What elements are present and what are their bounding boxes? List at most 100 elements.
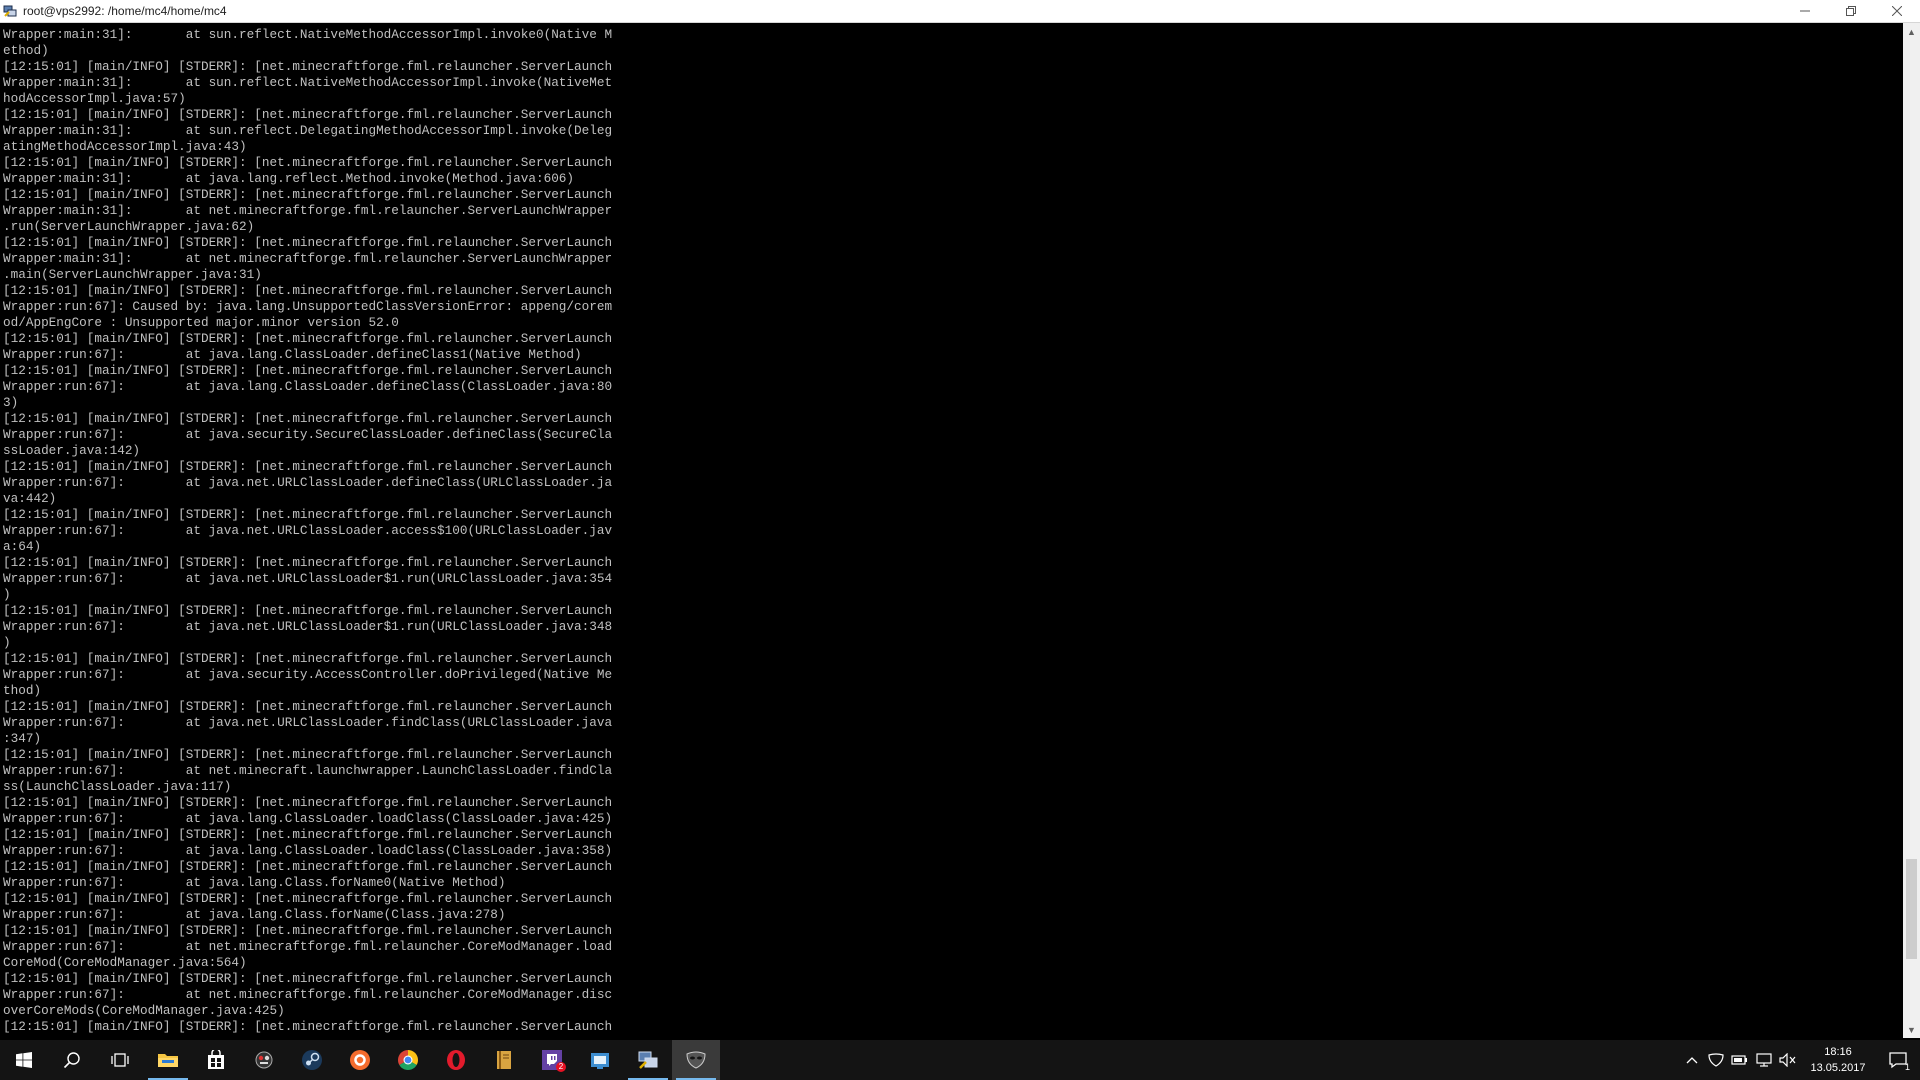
terminal-output[interactable]: Wrapper:main:31]: at sun.reflect.NativeM… xyxy=(0,23,1902,1038)
terminal-line: [12:15:01] [main/INFO] [STDERR]: [net.mi… xyxy=(3,859,613,874)
store-icon xyxy=(208,1050,224,1069)
terminal-line: [12:15:01] [main/INFO] [STDERR]: [net.mi… xyxy=(3,891,613,906)
restore-button[interactable] xyxy=(1828,0,1874,22)
terminal-line: [12:15:01] [main/INFO] [STDERR]: [net.mi… xyxy=(3,507,613,522)
terminal-line: :347) xyxy=(3,731,42,746)
terminal-line: Wrapper:main:31]: at sun.reflect.Delegat… xyxy=(3,123,613,138)
terminal-line: hodAccessorImpl.java:57) xyxy=(3,91,186,106)
taskbar-twitch[interactable]: 2 xyxy=(528,1040,576,1080)
taskbar-store[interactable] xyxy=(192,1040,240,1080)
scrollbar-thumb[interactable] xyxy=(1906,859,1917,960)
terminal-line: od/AppEngCore : Unsupported major.minor … xyxy=(3,315,399,330)
terminal-line: Wrapper:main:31]: at sun.reflect.NativeM… xyxy=(3,27,613,42)
terminal-line: [12:15:01] [main/INFO] [STDERR]: [net.mi… xyxy=(3,827,613,842)
scroll-down-icon[interactable]: ▼ xyxy=(1903,1021,1920,1038)
putty-icon xyxy=(638,1051,658,1069)
minimize-button[interactable] xyxy=(1782,0,1828,22)
window-titlebar[interactable]: root@vps2992: /home/mc4/home/mc4 xyxy=(0,0,1920,23)
restore-icon xyxy=(1846,6,1856,16)
terminal-line: Wrapper:run:67]: at java.lang.ClassLoade… xyxy=(3,347,582,362)
task-view-button[interactable] xyxy=(96,1040,144,1080)
terminal-line: [12:15:01] [main/INFO] [STDERR]: [net.mi… xyxy=(3,795,613,810)
twitch-badge: 2 xyxy=(556,1062,566,1072)
close-button[interactable] xyxy=(1874,0,1920,22)
opera-icon xyxy=(447,1050,465,1070)
steam-icon xyxy=(302,1050,322,1070)
terminal-lines: Wrapper:main:31]: at sun.reflect.NativeM… xyxy=(0,23,1902,1035)
chevron-up-icon[interactable] xyxy=(1680,1040,1704,1080)
terminal-line: ) xyxy=(3,635,11,650)
battery-icon[interactable] xyxy=(1728,1040,1752,1080)
terminal-line: Wrapper:run:67]: at java.lang.ClassLoade… xyxy=(3,379,613,394)
scroll-up-icon[interactable]: ▲ xyxy=(1903,23,1920,40)
windows-logo-icon xyxy=(16,1052,32,1068)
terminal-line: [12:15:01] [main/INFO] [STDERR]: [net.mi… xyxy=(3,971,613,986)
chrome-icon xyxy=(398,1050,418,1070)
vertical-scrollbar[interactable]: ▲ ▼ xyxy=(1903,23,1920,1038)
network-icon[interactable] xyxy=(1752,1040,1776,1080)
taskbar: 2 18:16 13.05.2017 1 xyxy=(0,1040,1920,1080)
terminal-line: [12:15:01] [main/INFO] [STDERR]: [net.mi… xyxy=(3,155,613,170)
terminal-line: thod) xyxy=(3,683,42,698)
gamepad-icon xyxy=(255,1051,273,1069)
terminal-line: [12:15:01] [main/INFO] [STDERR]: [net.mi… xyxy=(3,923,613,938)
terminal-line: atingMethodAccessorImpl.java:43) xyxy=(3,139,247,154)
action-center-button[interactable]: 1 xyxy=(1876,1040,1920,1080)
terminal-line: Wrapper:run:67]: at java.net.URLClassLoa… xyxy=(3,475,613,490)
close-icon xyxy=(1892,6,1902,16)
terminal-line: .main(ServerLaunchWrapper.java:31) xyxy=(3,267,262,282)
taskbar-steam[interactable] xyxy=(288,1040,336,1080)
taskbar-minecraft-launcher[interactable] xyxy=(480,1040,528,1080)
taskbar-clock[interactable]: 18:16 13.05.2017 xyxy=(1800,1044,1876,1076)
terminal-line: Wrapper:run:67]: at java.security.Access… xyxy=(3,667,613,682)
terminal-line: Wrapper:run:67]: at java.security.Secure… xyxy=(3,427,613,442)
taskbar-opera[interactable] xyxy=(432,1040,480,1080)
terminal-line: ) xyxy=(3,587,11,602)
search-button[interactable] xyxy=(48,1040,96,1080)
terminal-line: Wrapper:main:31]: at java.lang.reflect.M… xyxy=(3,171,575,186)
taskbar-origin[interactable] xyxy=(336,1040,384,1080)
terminal-line: [12:15:01] [main/INFO] [STDERR]: [net.mi… xyxy=(3,283,613,298)
window-controls xyxy=(1782,0,1920,22)
taskbar-file-explorer[interactable] xyxy=(144,1040,192,1080)
system-tray: 18:16 13.05.2017 1 xyxy=(1680,1040,1920,1080)
terminal-line: Wrapper:run:67]: at java.lang.ClassLoade… xyxy=(3,843,613,858)
terminal-line: [12:15:01] [main/INFO] [STDERR]: [net.mi… xyxy=(3,363,613,378)
start-button[interactable] xyxy=(0,1040,48,1080)
task-view-icon xyxy=(111,1053,129,1067)
taskbar-game-app[interactable] xyxy=(240,1040,288,1080)
terminal-line: [12:15:01] [main/INFO] [STDERR]: [net.mi… xyxy=(3,603,613,618)
terminal-line: [12:15:01] [main/INFO] [STDERR]: [net.mi… xyxy=(3,235,613,250)
taskbar-chrome[interactable] xyxy=(384,1040,432,1080)
terminal-line: Wrapper:run:67]: at java.lang.Class.forN… xyxy=(3,875,506,890)
search-icon xyxy=(63,1052,80,1069)
terminal-line: Wrapper:run:67]: at java.lang.ClassLoade… xyxy=(3,811,613,826)
book-icon xyxy=(497,1051,511,1069)
terminal-line: Wrapper:main:31]: at net.minecraftforge.… xyxy=(3,203,613,218)
terminal-line: Wrapper:run:67]: at java.net.URLClassLoa… xyxy=(3,715,613,730)
clock-time: 18:16 xyxy=(1824,1046,1852,1058)
terminal-line: Wrapper:run:67]: at java.lang.Class.forN… xyxy=(3,907,506,922)
terminal-line: [12:15:01] [main/INFO] [STDERR]: [net.mi… xyxy=(3,747,613,762)
terminal-line: Wrapper:run:67]: at net.minecraft.launch… xyxy=(3,763,613,778)
terminal-line: [12:15:01] [main/INFO] [STDERR]: [net.mi… xyxy=(3,555,613,570)
volume-muted-icon[interactable] xyxy=(1776,1040,1800,1080)
terminal-line: CoreMod(CoreModManager.java:564) xyxy=(3,955,247,970)
terminal-line: [12:15:01] [main/INFO] [STDERR]: [net.mi… xyxy=(3,107,613,122)
terminal-line: Wrapper:run:67]: Caused by: java.lang.Un… xyxy=(3,299,613,314)
minimize-icon xyxy=(1800,10,1810,12)
terminal-line: [12:15:01] [main/INFO] [STDERR]: [net.mi… xyxy=(3,411,613,426)
terminal-line: Wrapper:main:31]: at net.minecraftforge.… xyxy=(3,251,613,266)
taskbar-putty[interactable] xyxy=(624,1040,672,1080)
terminal-line: Wrapper:run:67]: at java.net.URLClassLoa… xyxy=(3,571,613,586)
terminal-line: ethod) xyxy=(3,43,49,58)
tray-app-icon[interactable] xyxy=(1704,1040,1728,1080)
terminal-line: Wrapper:run:67]: at java.net.URLClassLoa… xyxy=(3,619,613,634)
taskbar-mask-app[interactable] xyxy=(672,1040,720,1080)
taskbar-bluestacks[interactable] xyxy=(576,1040,624,1080)
folder-icon xyxy=(158,1054,178,1067)
terminal-line: Wrapper:run:67]: at java.net.URLClassLoa… xyxy=(3,523,613,538)
terminal-line: va:442) xyxy=(3,491,57,506)
terminal-line: overCoreMods(CoreModManager.java:425) xyxy=(3,1003,285,1018)
terminal-line: [12:15:01] [main/INFO] [STDERR]: [net.mi… xyxy=(3,651,613,666)
